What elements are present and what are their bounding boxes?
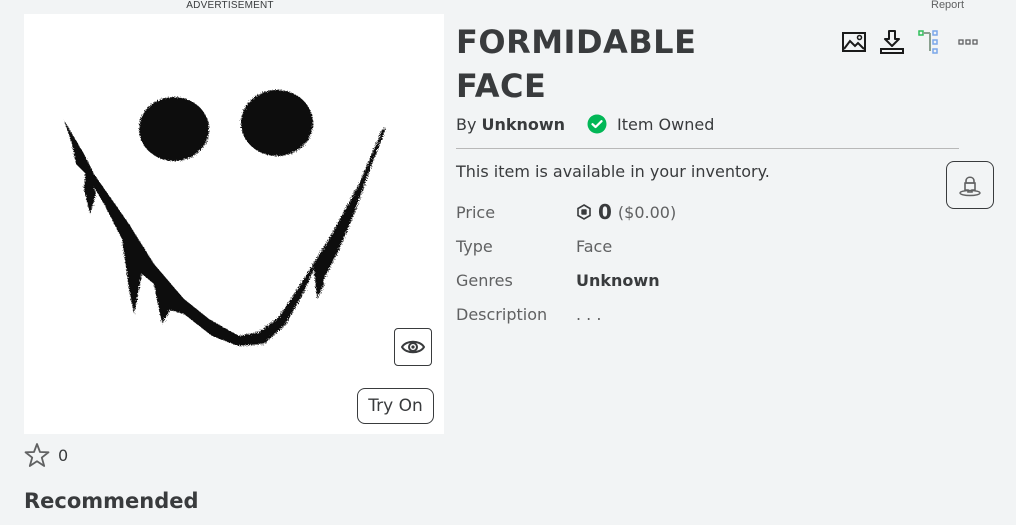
availability-text: This item is available in your inventory… bbox=[456, 162, 770, 181]
download-button[interactable] bbox=[878, 28, 906, 56]
mouth bbox=[64, 120, 386, 346]
hierarchy-button[interactable] bbox=[916, 28, 944, 56]
more-icon bbox=[958, 39, 978, 45]
price-value: 0 ($0.00) bbox=[576, 200, 676, 224]
description-value: . . . bbox=[576, 304, 602, 324]
item-toolbar bbox=[840, 28, 982, 56]
creator-link[interactable]: Unknown bbox=[481, 115, 565, 134]
description-row: Description . . . bbox=[456, 297, 676, 331]
type-value: Face bbox=[576, 236, 613, 256]
download-icon bbox=[880, 30, 904, 54]
try-on-button[interactable]: Try On bbox=[357, 388, 434, 424]
item-details: Price 0 ($0.00) Type Face Genres Unknown… bbox=[456, 195, 676, 331]
item-thumbnail: Try On bbox=[24, 14, 444, 434]
favorite-count: 0 bbox=[58, 445, 69, 465]
avatar-preview-button[interactable] bbox=[946, 161, 994, 209]
more-options-button[interactable] bbox=[954, 28, 982, 56]
genres-row: Genres Unknown bbox=[456, 263, 676, 297]
description-label: Description bbox=[456, 304, 548, 324]
eye-icon bbox=[401, 340, 425, 354]
robux-icon bbox=[577, 204, 591, 220]
face-image bbox=[64, 90, 386, 346]
price-row: Price 0 ($0.00) bbox=[456, 195, 676, 229]
by-label: By bbox=[456, 114, 477, 134]
price-usd: ($0.00) bbox=[617, 202, 677, 222]
avatar-icon bbox=[959, 176, 981, 197]
left-eye bbox=[139, 97, 209, 161]
advertisement-label: ADVERTISEMENT bbox=[186, 0, 274, 11]
genres-value[interactable]: Unknown bbox=[576, 271, 660, 290]
header-divider bbox=[456, 148, 959, 149]
recommended-heading: Recommended bbox=[24, 489, 199, 513]
report-link[interactable]: Report bbox=[931, 0, 964, 11]
check-circle-icon bbox=[587, 114, 607, 134]
right-eye bbox=[241, 90, 313, 156]
star-icon[interactable] bbox=[24, 442, 50, 468]
genres-label: Genres bbox=[456, 270, 513, 290]
price-label: Price bbox=[456, 202, 496, 222]
item-title: FORMIDABLE FACE bbox=[456, 23, 697, 105]
item-byline: By Unknown Item Owned bbox=[456, 114, 714, 134]
price-amount: 0 bbox=[598, 200, 612, 224]
hierarchy-icon bbox=[918, 30, 938, 54]
view-image-button[interactable] bbox=[840, 28, 868, 56]
favorite-section: 0 bbox=[24, 442, 68, 468]
type-label: Type bbox=[456, 236, 493, 256]
view-3d-button[interactable] bbox=[394, 328, 432, 366]
type-row: Type Face bbox=[456, 229, 676, 263]
image-icon bbox=[842, 32, 866, 52]
item-owned-label: Item Owned bbox=[617, 114, 715, 134]
